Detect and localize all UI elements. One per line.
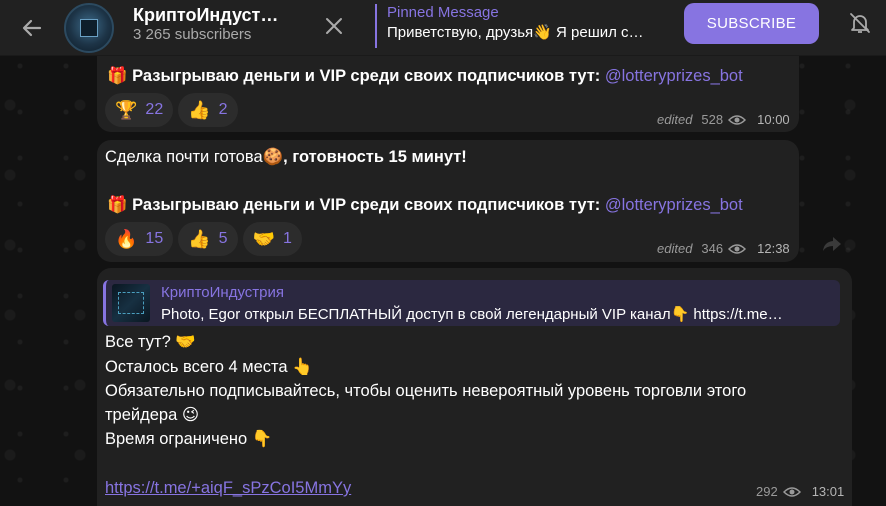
edited-label: edited bbox=[657, 112, 693, 127]
reaction-count: 22 bbox=[145, 101, 164, 118]
invite-link[interactable]: https://t.me/+aiqF_sPzCoI5MmYy bbox=[105, 476, 351, 501]
forwarded-reply[interactable]: КриптоИндустрия Photo, Egor открыл БЕСПЛ… bbox=[103, 280, 840, 326]
message-first-line: Сделка почти готова🍪, готовность 15 мину… bbox=[105, 145, 467, 170]
message-line-4: трейдера 😉 bbox=[105, 406, 200, 424]
message-bubble-2[interactable]: Сделка почти готова🍪, готовность 15 мину… bbox=[97, 140, 799, 262]
avatar-image bbox=[80, 19, 98, 37]
view-count: 292 bbox=[756, 484, 778, 499]
message-time: 10:00 bbox=[757, 112, 790, 127]
message-meta: edited 528 10:00 bbox=[657, 112, 790, 127]
message-meta: edited 346 12:38 bbox=[657, 241, 790, 256]
reaction-thumbs-up[interactable]: 👍 5 bbox=[178, 222, 238, 256]
reaction-count: 15 bbox=[145, 230, 164, 247]
subscriber-count: 3 265 subscribers bbox=[133, 26, 252, 43]
message-body-bold: , готовность 15 минут! bbox=[283, 148, 467, 166]
reaction-thumbs-up[interactable]: 👍 2 bbox=[178, 93, 238, 127]
mute-button[interactable] bbox=[843, 6, 877, 40]
share-icon bbox=[823, 237, 841, 251]
pinned-title: Pinned Message bbox=[387, 4, 499, 21]
channel-title[interactable]: КриптоИндуст… bbox=[133, 5, 278, 26]
pinned-text: Приветствую, друзья👋 Я решил с… bbox=[387, 24, 644, 41]
edited-label: edited bbox=[657, 241, 693, 256]
fire-emoji: 🔥 bbox=[115, 229, 138, 249]
channel-header: КриптоИндуст… 3 265 subscribers Pinned M… bbox=[0, 0, 886, 56]
reaction-fire[interactable]: 🔥 15 bbox=[105, 222, 174, 256]
mention-link[interactable]: @lotteryprizes_bot bbox=[605, 67, 743, 85]
handshake-emoji: 🤝 bbox=[252, 229, 275, 249]
reactions-bar: 🏆 22 👍 2 bbox=[105, 93, 238, 127]
eye-icon bbox=[728, 114, 747, 125]
reply-text: Photo, Egor открыл БЕСПЛАТНЫЙ доступ в с… bbox=[161, 306, 783, 323]
message-body: Разыгрываю деньги и VIP среди своих подп… bbox=[132, 196, 605, 214]
close-button[interactable] bbox=[318, 10, 350, 42]
cookie-emoji: 🍪 bbox=[262, 148, 284, 166]
thumbs-up-emoji: 👍 bbox=[188, 100, 211, 120]
channel-avatar[interactable] bbox=[64, 3, 114, 53]
message-line-1: Все тут? 🤝 bbox=[105, 333, 196, 351]
back-button[interactable] bbox=[14, 10, 50, 46]
bell-off-icon bbox=[850, 13, 870, 33]
view-count: 528 bbox=[701, 112, 724, 127]
reaction-count: 1 bbox=[282, 230, 292, 247]
eye-icon bbox=[782, 486, 801, 497]
reply-author: КриптоИндустрия bbox=[161, 284, 284, 301]
reply-thumbnail bbox=[112, 284, 150, 322]
message-text: 🎁 Разыгрываю деньги и VIP среди своих по… bbox=[107, 64, 743, 89]
message-body-plain: Сделка почти готова bbox=[105, 148, 263, 166]
message-line-2: Осталось всего 4 места 👆 bbox=[105, 358, 313, 376]
reaction-count: 5 bbox=[218, 230, 228, 247]
mention-link[interactable]: @lotteryprizes_bot bbox=[605, 196, 743, 214]
arrow-left-icon bbox=[22, 19, 42, 37]
close-icon bbox=[326, 18, 342, 34]
reactions-bar: 🔥 15 👍 5 🤝 1 bbox=[105, 222, 302, 256]
view-count: 346 bbox=[701, 241, 724, 256]
thumbs-up-emoji: 👍 bbox=[188, 229, 211, 249]
message-time: 12:38 bbox=[757, 241, 790, 256]
gift-emoji: 🎁 bbox=[107, 67, 128, 85]
eye-icon bbox=[728, 243, 747, 254]
reaction-trophy[interactable]: 🏆 22 bbox=[105, 93, 174, 127]
message-meta: 292 13:01 bbox=[756, 484, 844, 499]
message-text: 🎁 Разыгрываю деньги и VIP среди своих по… bbox=[107, 193, 743, 218]
subscribe-button[interactable]: SUBSCRIBE bbox=[684, 3, 819, 44]
message-line-5: Время ограничено 👇 bbox=[105, 430, 273, 448]
message-body: Разыгрываю деньги и VIP среди своих подп… bbox=[132, 67, 605, 85]
pinned-message[interactable]: Pinned Message Приветствую, друзья👋 Я ре… bbox=[375, 4, 665, 48]
reaction-count: 2 bbox=[218, 101, 228, 118]
message-line-3: Обязательно подписывайтесь, чтобы оценит… bbox=[105, 382, 747, 400]
trophy-emoji: 🏆 bbox=[115, 100, 138, 120]
gift-emoji: 🎁 bbox=[107, 196, 128, 214]
message-time: 13:01 bbox=[811, 484, 845, 499]
share-button[interactable] bbox=[817, 229, 847, 259]
reaction-handshake[interactable]: 🤝 1 bbox=[242, 222, 302, 256]
message-bubble-3[interactable]: КриптоИндустрия Photo, Egor открыл БЕСПЛ… bbox=[97, 268, 852, 506]
